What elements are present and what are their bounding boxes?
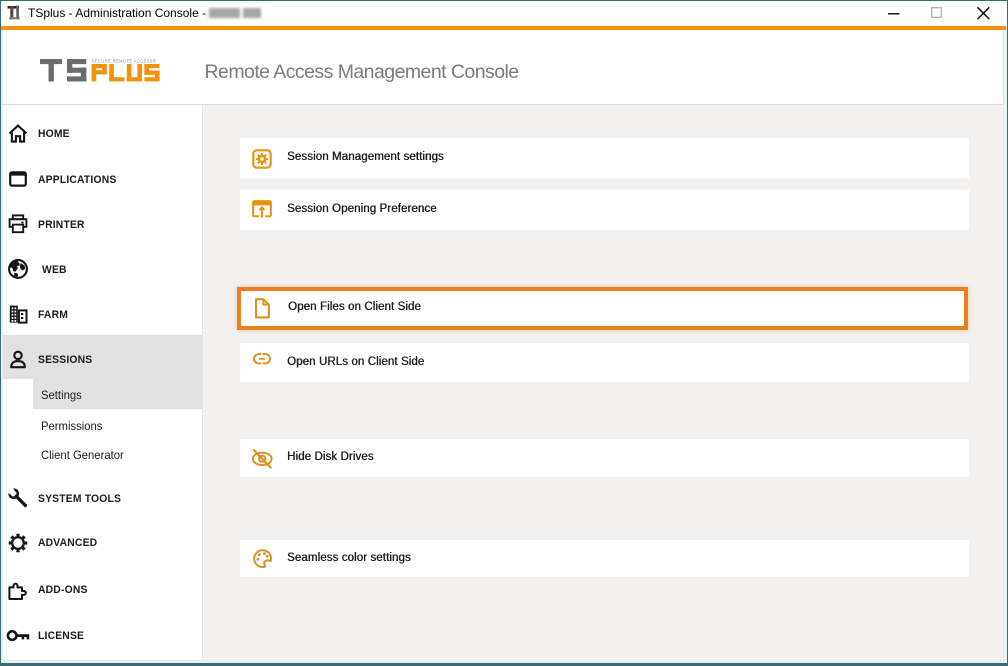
svg-text:SECURE REMOTE ACCESS®: SECURE REMOTE ACCESS® (92, 59, 157, 64)
